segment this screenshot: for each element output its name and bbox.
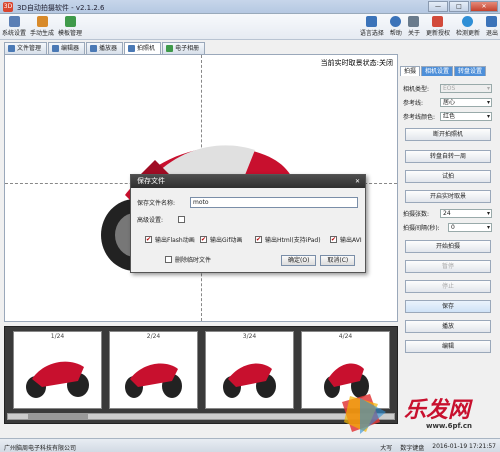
- exit-icon: [486, 16, 498, 27]
- interval-field: 拍摄间隔(秒): 0: [403, 223, 492, 232]
- caps-lock-indicator: 大写: [380, 445, 393, 452]
- pause-button[interactable]: 暂停: [405, 260, 491, 273]
- tab-file-manager[interactable]: 文件管理: [4, 42, 48, 54]
- flash-output-checkbox[interactable]: ✔: [145, 236, 152, 243]
- update-icon: [462, 16, 474, 27]
- guide-color-field: 参考线颜色: 红色: [403, 112, 492, 121]
- filename-label: 保存文件名称:: [137, 200, 176, 207]
- tab-shoot[interactable]: 拍摄: [400, 66, 421, 76]
- guide-color-select[interactable]: 红色: [440, 112, 492, 121]
- tab-editor[interactable]: 编辑器: [48, 42, 86, 54]
- toolbar: 系统设置 手动生成 模板管理 语言选择 帮助 关于 更新授权 检测更新 退出: [0, 14, 500, 40]
- maximize-button[interactable]: □: [449, 1, 469, 12]
- guide-select[interactable]: 居心: [440, 98, 492, 107]
- tab-camera-settings[interactable]: 相机设置: [421, 66, 454, 76]
- gif-output-label: 输出Gif动画: [210, 237, 243, 244]
- thumbnail-image: [26, 361, 89, 398]
- avi-output-label: 输出AVI: [340, 237, 362, 244]
- app-icon: 3D: [3, 2, 13, 12]
- play-button[interactable]: 播放: [405, 320, 491, 333]
- html-output-label: 输出Html(支持iPad): [265, 237, 321, 244]
- scrollbar-thumb[interactable]: [28, 414, 88, 419]
- guide-field: 参考线: 居心: [403, 98, 492, 107]
- tab-player[interactable]: 播放器: [86, 42, 124, 54]
- rotate-turntable-button[interactable]: 转盘自转一周: [405, 150, 491, 163]
- watermark-url: www.6pf.cn: [426, 422, 472, 430]
- dialog-title: 保存文件 ✕: [131, 175, 365, 188]
- datetime: 2016-01-19 17:21:57: [432, 443, 496, 450]
- watermark-text: 乐发网: [404, 397, 471, 423]
- gear-icon: [8, 16, 20, 27]
- minimize-button[interactable]: —: [428, 1, 448, 12]
- check-update-button[interactable]: 检测更新: [456, 16, 480, 37]
- camera-type-field: 相机类型: EOS: [403, 84, 492, 93]
- help-icon: [390, 16, 402, 27]
- html-output-checkbox[interactable]: ✔: [255, 236, 262, 243]
- advanced-settings-checkbox[interactable]: [178, 216, 185, 223]
- advanced-settings-label: 高级设置:: [137, 217, 164, 224]
- help-button[interactable]: 帮助: [390, 16, 402, 37]
- update-license-button[interactable]: 更新授权: [426, 16, 450, 37]
- save-file-dialog: 保存文件 ✕ 保存文件名称: moto 高级设置: ✔ 输出Flash动画 ✔ …: [130, 174, 366, 273]
- title-bar: 3D 3D自动拍摄软件 - v2.1.2.6 — □ ✕: [0, 0, 500, 14]
- camera-type-select[interactable]: EOS: [440, 84, 492, 93]
- hand-icon: [36, 16, 48, 27]
- right-tabs: 拍摄 相机设置 转盘设置: [400, 66, 487, 76]
- start-shooting-button[interactable]: 开始拍摄: [405, 240, 491, 253]
- filename-input[interactable]: moto: [190, 197, 358, 208]
- company-name: 广州脑周电子科技有限公司: [4, 445, 77, 452]
- template-manage-button[interactable]: 模板管理: [58, 16, 82, 37]
- thumbnail-strip: 1/24 2/24 3/24 4/24: [4, 326, 398, 424]
- live-view-status: 当前实时取景状态:关闭: [320, 59, 393, 67]
- thumbnail-3[interactable]: 3/24: [205, 331, 294, 409]
- player-icon: [90, 45, 98, 52]
- thumbnail-image: [125, 363, 182, 398]
- main-tabs: 文件管理 编辑器 播放器 拍照机 电子相册: [4, 42, 206, 54]
- thumbnail-2[interactable]: 2/24: [109, 331, 198, 409]
- shots-select[interactable]: 24: [440, 209, 492, 218]
- about-button[interactable]: 关于: [408, 16, 420, 37]
- test-shot-button[interactable]: 试拍: [405, 170, 491, 183]
- shots-field: 拍摄张数: 24: [403, 209, 492, 218]
- thumbnail-scrollbar[interactable]: [7, 413, 395, 420]
- tab-turntable-settings[interactable]: 转盘设置: [454, 66, 487, 76]
- language-icon: [366, 16, 378, 27]
- gif-output-checkbox[interactable]: ✔: [200, 236, 207, 243]
- dialog-ok-button[interactable]: 确定(O): [281, 255, 317, 266]
- delete-temp-checkbox[interactable]: [165, 256, 172, 263]
- manual-generate-button[interactable]: 手动生成: [30, 16, 54, 37]
- close-button[interactable]: ✕: [470, 1, 498, 12]
- edit-button[interactable]: 编辑: [405, 340, 491, 353]
- delete-temp-label: 删除临时文件: [175, 257, 212, 264]
- window-title: 3D自动拍摄软件 - v2.1.2.6: [17, 4, 105, 12]
- avi-output-checkbox[interactable]: ✔: [330, 236, 337, 243]
- template-icon: [64, 16, 76, 27]
- license-icon: [432, 16, 444, 27]
- dialog-close-button[interactable]: ✕: [353, 177, 362, 186]
- thumbnail-image: [223, 363, 276, 398]
- about-icon: [408, 16, 420, 27]
- disconnect-camera-button[interactable]: 断开拍照机: [405, 128, 491, 141]
- album-icon: [166, 45, 174, 52]
- system-settings-button[interactable]: 系统设置: [2, 16, 26, 37]
- tab-camera[interactable]: 拍照机: [124, 42, 162, 54]
- thumbnail-1[interactable]: 1/24: [13, 331, 102, 409]
- interval-stepper[interactable]: 0: [448, 223, 492, 232]
- tab-album[interactable]: 电子相册: [162, 42, 206, 54]
- flash-output-label: 输出Flash动画: [155, 237, 195, 244]
- status-bar: 广州脑周电子科技有限公司 大写 数字键盘 2016-01-19 17:21:57: [0, 438, 500, 452]
- dialog-cancel-button[interactable]: 取消(C): [320, 255, 356, 266]
- stop-button[interactable]: 停止: [405, 280, 491, 293]
- exit-button[interactable]: 退出: [486, 16, 498, 37]
- live-view-button[interactable]: 开启实时取景: [405, 190, 491, 203]
- num-lock-indicator: 数字键盘: [400, 445, 425, 452]
- save-button[interactable]: 保存: [405, 300, 491, 313]
- language-button[interactable]: 语言选择: [360, 16, 384, 37]
- editor-icon: [52, 45, 60, 52]
- folder-icon: [8, 45, 15, 52]
- camera-icon: [128, 45, 136, 52]
